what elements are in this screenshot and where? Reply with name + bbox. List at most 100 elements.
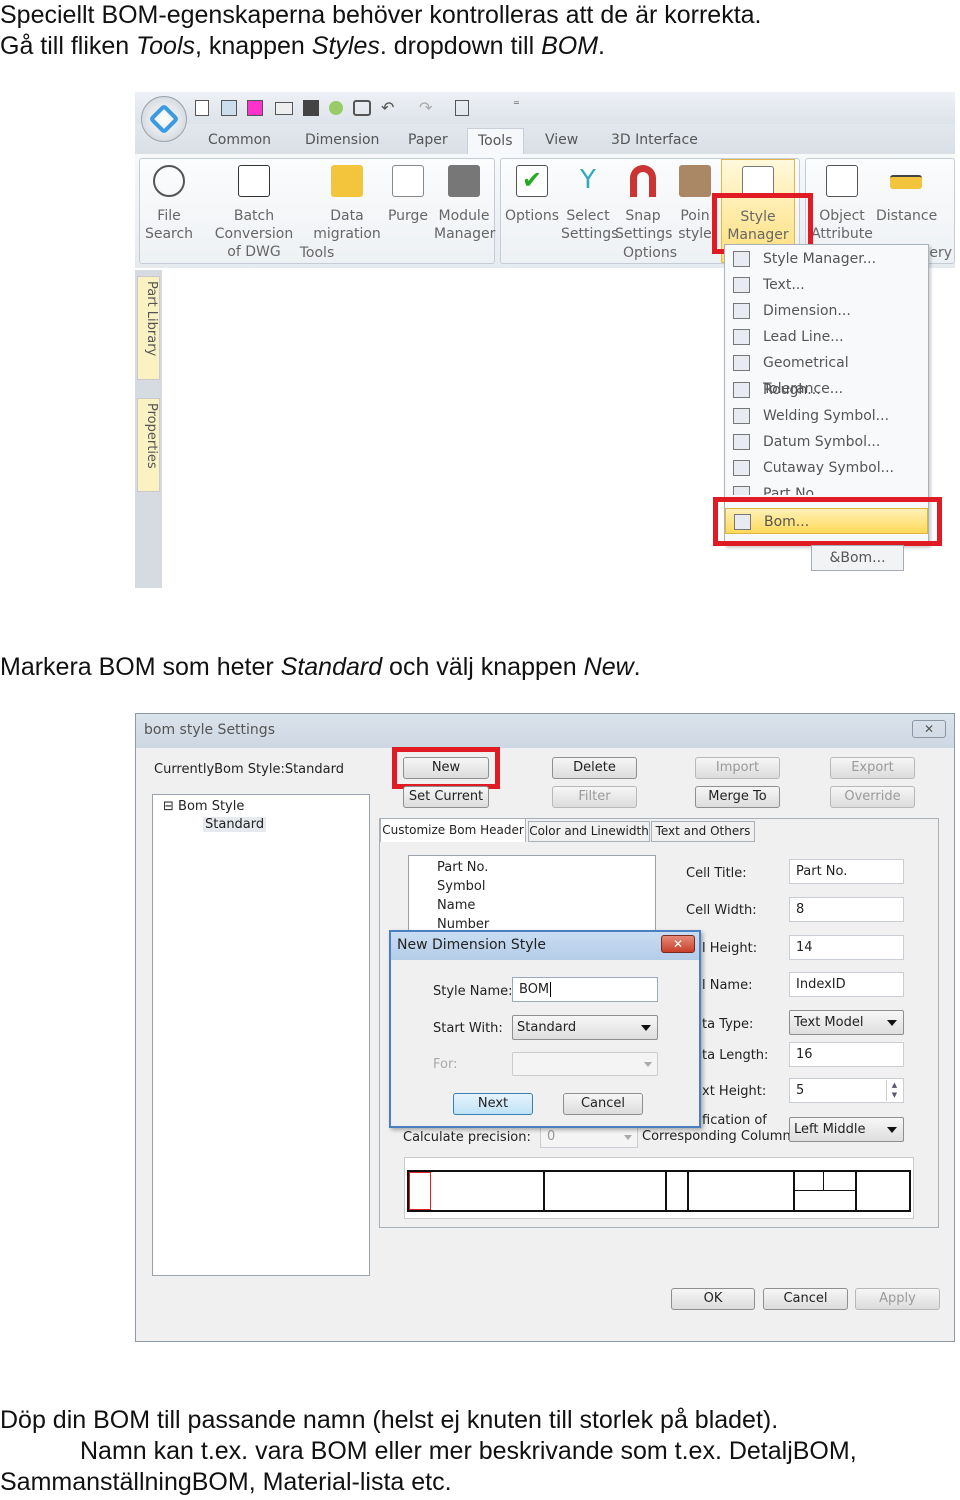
tab-3d-interface[interactable]: 3D Interface (611, 132, 698, 148)
header-item[interactable]: Symbol (437, 879, 485, 894)
module-manager-button[interactable]: Module Manager (434, 165, 495, 243)
text-height-stepper[interactable]: 5 ▲ ▼ (789, 1078, 904, 1103)
new-icon[interactable] (195, 100, 209, 116)
label: Snap (625, 208, 661, 224)
point-style-button[interactable]: Poin style (675, 165, 715, 243)
cell-width-input[interactable]: 8 (789, 897, 904, 922)
import-button[interactable]: Import (695, 757, 780, 779)
next-button[interactable]: Next (453, 1093, 533, 1115)
tab-text-others[interactable]: Text and Others (651, 821, 755, 842)
cancel-button[interactable]: Cancel (563, 1093, 643, 1115)
ok-button[interactable]: OK (671, 1288, 755, 1310)
options-button[interactable]: ✔ Options (505, 165, 559, 225)
override-button[interactable]: Override (830, 786, 915, 808)
open-dwg-icon[interactable] (221, 100, 237, 116)
menu-item-welding-symbol[interactable]: Welding Symbol... (725, 403, 928, 429)
tab-dimension[interactable]: Dimension (305, 132, 379, 148)
delete-button[interactable]: Delete (552, 757, 637, 779)
magnet-icon (630, 165, 656, 197)
cell-title-input[interactable]: Part No. (789, 859, 904, 884)
outro-line-3: SammanställningBOM, Material-lista etc. (0, 1468, 452, 1496)
tab-common[interactable]: Common (208, 132, 271, 148)
menu-item-lead-line[interactable]: Lead Line... (725, 324, 928, 350)
tab-view[interactable]: View (545, 132, 578, 148)
menu-item-cutaway-symbol[interactable]: Cutaway Symbol... (725, 455, 928, 481)
tab-paper[interactable]: Paper (408, 132, 448, 148)
app-menu-button[interactable] (141, 96, 187, 142)
tab-color-linewidth[interactable]: Color and Linewidth (528, 821, 650, 842)
window-icon[interactable] (455, 100, 469, 116)
preview-cell-selected (409, 1172, 431, 1210)
data-length-input[interactable]: 16 (789, 1042, 904, 1067)
filter-button[interactable]: Filter (552, 786, 637, 808)
file-search-button[interactable]: File Search (144, 165, 194, 243)
tab-customize-bom-header[interactable]: Customize Bom Header (380, 818, 526, 842)
set-current-button[interactable]: Set Current (403, 786, 489, 808)
apply-button[interactable]: Apply (855, 1288, 940, 1310)
menu-item-rough[interactable]: Rough... (725, 377, 928, 403)
tree-root[interactable]: ⊟ Bom Style (163, 799, 244, 814)
label: Bom Style (178, 799, 245, 814)
merge-to-button[interactable]: Merge To (695, 786, 780, 808)
customize-icon[interactable]: ⁼ (513, 98, 520, 113)
menu-item-geometrical-tolerance[interactable]: Geometrical Tolerance... (725, 350, 928, 397)
label: Dimension... (763, 303, 851, 319)
cancel-button[interactable]: Cancel (763, 1288, 848, 1310)
side-tab-properties[interactable]: Properties (137, 398, 160, 492)
label: Settings (615, 226, 673, 242)
export-button[interactable]: Export (830, 757, 915, 779)
chevron-down-icon (624, 1135, 632, 1140)
style-name-input[interactable]: BOM (512, 977, 658, 1002)
label: Cutaway Symbol... (763, 460, 894, 476)
side-tab-part-library[interactable]: Part Library (137, 276, 160, 380)
chevron-down-icon (641, 1025, 651, 1031)
label: Lead Line... (763, 329, 844, 345)
spinner-arrows-icon[interactable]: ▲ ▼ (886, 1080, 902, 1101)
header-item[interactable]: Part No. (437, 860, 488, 875)
start-with-select[interactable]: Standard (512, 1015, 658, 1040)
cell-name-input[interactable]: IndexID (789, 972, 904, 997)
redo-icon[interactable]: ↷ (419, 98, 432, 117)
part-no-icon (733, 486, 750, 495)
brush-icon (679, 165, 711, 197)
style-icon (733, 251, 750, 267)
menu-item-dimension[interactable]: Dimension... (725, 298, 928, 324)
select-settings-button[interactable]: Y Select Settings (561, 165, 619, 243)
menu-item-datum-symbol[interactable]: Datum Symbol... (725, 429, 928, 455)
text: . (598, 32, 605, 60)
for-select[interactable] (512, 1052, 658, 1076)
distance-button[interactable]: Distance (876, 165, 937, 225)
bom-extra-button[interactable]: &Bom... (811, 545, 904, 571)
label: Settings (561, 226, 619, 242)
filter-icon: Y (580, 165, 596, 195)
menu-item-part-no[interactable]: Part No... (725, 481, 928, 495)
label: Style Manager... (763, 251, 877, 267)
print-icon[interactable] (353, 100, 371, 116)
intro-line-2: Gå till fliken Tools, knappen Styles. dr… (0, 31, 605, 62)
data-type-select[interactable]: Text Model (789, 1010, 904, 1035)
folder-migration-icon (331, 165, 363, 197)
folder-icon[interactable] (275, 102, 293, 115)
close-icon[interactable]: ✕ (661, 935, 695, 953)
save-icon[interactable] (303, 100, 319, 116)
close-icon[interactable]: ✕ (912, 720, 946, 738)
undo-icon[interactable]: ↶ (381, 98, 394, 117)
snap-settings-button[interactable]: Snap Settings (615, 165, 673, 243)
data-migration-button[interactable]: Data migration (312, 165, 382, 243)
justification-select[interactable]: Left Middle (789, 1117, 904, 1142)
new-dimension-style-dialog: New Dimension Style ✕ Style Name: BOM St… (389, 930, 701, 1128)
tree-item-standard[interactable]: Standard (203, 817, 267, 832)
tab-tools[interactable]: Tools (467, 128, 524, 156)
menu-item-style-manager[interactable]: Style Manager... (725, 246, 928, 272)
broom-icon (392, 165, 424, 197)
object-attribute-button[interactable]: Object Attribute (810, 165, 874, 243)
export-icon[interactable] (247, 100, 263, 116)
cell-height-input[interactable]: 14 (789, 935, 904, 960)
purge-button[interactable]: Purge (384, 165, 432, 225)
text: Tools (136, 32, 196, 60)
text: Markera BOM som heter (0, 653, 281, 681)
calc-precision-select[interactable]: 0 (540, 1126, 638, 1148)
header-item[interactable]: Name (437, 898, 475, 913)
value: Standard (517, 1020, 577, 1035)
menu-item-text[interactable]: Text... (725, 272, 928, 298)
